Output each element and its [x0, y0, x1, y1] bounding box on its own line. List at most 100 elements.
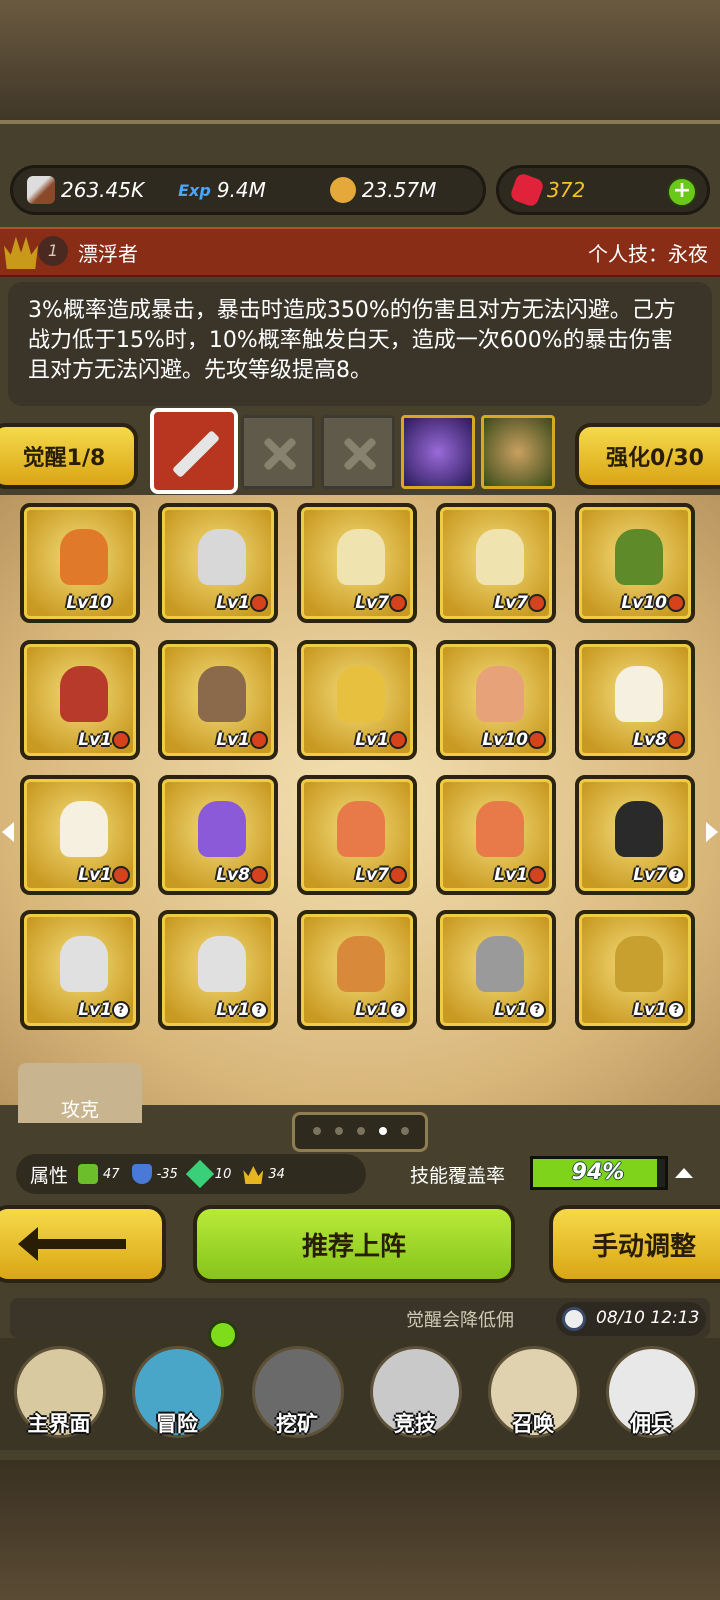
question-icon: ?	[389, 1001, 407, 1019]
map-background-bottom	[0, 1460, 720, 1600]
hero-card[interactable]: Lv1	[20, 640, 140, 760]
hero-portrait	[337, 529, 385, 585]
hero-card[interactable]: Lv7	[436, 503, 556, 623]
leaf-icon	[78, 1164, 99, 1184]
status-dot-icon	[389, 866, 407, 884]
equipment-slot-scroll[interactable]	[481, 415, 555, 489]
notice-text: 觉醒会降低佣	[406, 1310, 514, 1331]
hero-card[interactable]: Lv1?	[20, 910, 140, 1030]
status-dot-icon	[528, 594, 546, 612]
exp-icon: Exp	[178, 180, 211, 200]
hero-card[interactable]: Lv1	[158, 503, 278, 623]
attribute-value: -35	[156, 1166, 178, 1182]
hero-card[interactable]: Lv1?	[158, 910, 278, 1030]
hero-portrait	[476, 529, 524, 585]
nav-summon[interactable]: 召唤	[478, 1338, 588, 1450]
scroll-left-arrow[interactable]	[2, 822, 14, 842]
hero-card[interactable]: Lv10	[20, 503, 140, 623]
status-dot-icon	[389, 594, 407, 612]
hero-card[interactable]: Lv1	[20, 775, 140, 895]
crown-icon	[4, 236, 38, 269]
hero-portrait	[615, 666, 663, 722]
status-dot-icon	[528, 866, 546, 884]
hero-card[interactable]: Lv1	[297, 640, 417, 760]
page-indicator	[292, 1112, 428, 1152]
attribute-value: 47	[103, 1166, 120, 1182]
status-dot-icon	[250, 731, 268, 749]
manual-adjust-button[interactable]: 手动调整	[549, 1205, 720, 1283]
shield-icon	[131, 1164, 152, 1184]
hero-level: Lv10	[621, 593, 667, 613]
hero-card[interactable]: Lv1	[158, 640, 278, 760]
hero-level: Lv7	[355, 865, 389, 885]
resource-bar: 263.45K Exp 9.4M 23.57M 372 +	[10, 165, 710, 217]
expand-up-icon[interactable]	[675, 1168, 693, 1178]
nav-home[interactable]: 主界面	[4, 1338, 114, 1450]
hero-card[interactable]: Lv7	[297, 775, 417, 895]
coverage-value: 94%	[571, 1160, 625, 1185]
question-icon: ?	[667, 866, 685, 884]
enhance-button[interactable]: 强化0/30	[575, 423, 720, 489]
time-text: 08/10 12:13	[596, 1308, 700, 1328]
hero-card[interactable]: Lv8	[158, 775, 278, 895]
hero-name: 漂浮者	[78, 242, 138, 266]
nav-adventure[interactable]: 冒险	[122, 1338, 232, 1450]
hero-level: Lv1	[216, 1000, 250, 1020]
equipment-slot-weapon[interactable]	[150, 408, 238, 494]
hero-portrait	[615, 801, 663, 857]
hero-level: Lv7	[494, 593, 528, 613]
hero-level: Lv1	[494, 865, 528, 885]
hero-portrait	[476, 936, 524, 992]
hero-card[interactable]: Lv1?	[436, 910, 556, 1030]
power-value: 263.45K	[61, 178, 145, 202]
sword-icon	[27, 176, 55, 204]
hero-card[interactable]: Lv10	[575, 503, 695, 623]
back-button[interactable]	[0, 1205, 166, 1283]
nav-label: 主界面	[27, 1412, 91, 1436]
back-arrow-icon	[18, 1227, 126, 1261]
status-dot-icon	[528, 731, 546, 749]
awaken-button[interactable]: 觉醒1/8	[0, 423, 138, 489]
recommend-lineup-button[interactable]: 推荐上阵	[193, 1205, 515, 1283]
map-background	[0, 0, 720, 130]
gold-coin-icon	[329, 177, 356, 203]
hero-card[interactable]: Lv10	[436, 640, 556, 760]
status-dot-icon	[667, 731, 685, 749]
attribute-value: 34	[268, 1166, 285, 1182]
hero-level: Lv1	[216, 593, 250, 613]
nav-mining[interactable]: 挖矿	[242, 1338, 352, 1450]
hero-level: Lv1	[216, 730, 250, 750]
hero-portrait	[337, 936, 385, 992]
hero-portrait	[60, 801, 108, 857]
hero-portrait	[60, 529, 108, 585]
scroll-right-arrow[interactable]	[706, 822, 718, 842]
hero-portrait	[60, 936, 108, 992]
hero-card[interactable]: Lv1?	[575, 910, 695, 1030]
tab-tank[interactable]: 攻克	[18, 1063, 142, 1123]
hero-card[interactable]: Lv7	[297, 503, 417, 623]
hero-card[interactable]: Lv1?	[297, 910, 417, 1030]
hero-card[interactable]: Lv7?	[575, 775, 695, 895]
gold-value: 23.57M	[361, 178, 437, 202]
hero-portrait	[60, 666, 108, 722]
hero-portrait	[198, 666, 246, 722]
crossed-blades-icon	[171, 429, 221, 479]
hero-level: Lv1	[355, 1000, 389, 1020]
hero-name-bar: 1 漂浮者 个人技：永夜	[0, 227, 720, 277]
hero-portrait	[476, 801, 524, 857]
hero-card[interactable]: Lv8	[575, 640, 695, 760]
question-icon: ?	[528, 1001, 546, 1019]
equipment-slot-empty[interactable]	[241, 415, 315, 489]
equipment-slot-empty[interactable]	[321, 415, 395, 489]
hero-portrait	[476, 666, 524, 722]
nav-label: 召唤	[512, 1412, 554, 1436]
hero-card[interactable]: Lv1	[436, 775, 556, 895]
add-gems-icon[interactable]: +	[667, 177, 697, 207]
notification-dot	[208, 1320, 238, 1350]
nav-arena[interactable]: 竞技	[360, 1338, 470, 1450]
equipment-slot-orb[interactable]	[401, 415, 475, 489]
hero-level: Lv1	[494, 1000, 528, 1020]
status-dot-icon	[112, 866, 130, 884]
nav-mercenary[interactable]: 佣兵	[596, 1338, 706, 1450]
nav-label: 冒险	[156, 1412, 198, 1436]
